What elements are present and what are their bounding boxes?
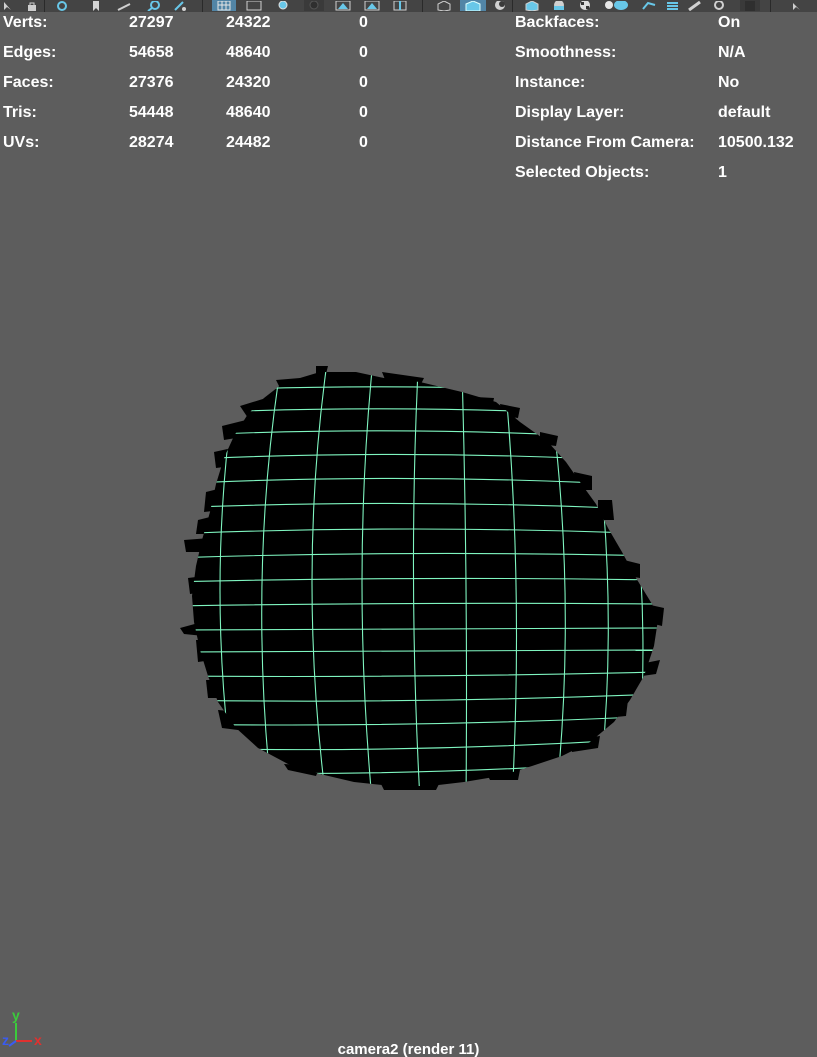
hud-label-backfaces: Backfaces: (515, 14, 600, 31)
hud-value: 24322 (226, 14, 271, 31)
hud-value: 0 (359, 44, 368, 61)
hud-value: 24320 (226, 74, 271, 91)
hud-value: 48640 (226, 104, 271, 121)
hud-label-instance: Instance: (515, 74, 586, 91)
hud-value-smoothness: N/A (718, 44, 746, 61)
hud-value: 54658 (129, 44, 174, 61)
hud-value: 54448 (129, 104, 174, 121)
hud-value-backfaces: On (718, 14, 741, 31)
hud-label-smoothness: Smoothness: (515, 44, 617, 61)
hud-value-display-layer: default (718, 104, 771, 121)
hud-value: 28274 (129, 134, 174, 151)
hud-label-edges: Edges: (3, 44, 57, 61)
hud-value: 0 (359, 14, 368, 31)
hud-label-display-layer: Display Layer: (515, 104, 625, 121)
hud-value: 48640 (226, 44, 271, 61)
hud-label-selected-objects: Selected Objects: (515, 164, 650, 181)
camera-name-label: camera2 (render 11) (337, 1041, 480, 1057)
hud-value: 24482 (226, 134, 271, 151)
mesh-object[interactable] (0, 0, 817, 1057)
hud-value: 0 (359, 134, 368, 151)
hud-value-distance: 10500.132 (718, 134, 794, 151)
axis-y-label: y (12, 1007, 20, 1023)
hud-label-tris: Tris: (3, 104, 37, 121)
hud-label-verts: Verts: (3, 14, 48, 31)
hud-value: 0 (359, 104, 368, 121)
hud-value: 27297 (129, 14, 174, 31)
hud-label-uvs: UVs: (3, 134, 40, 151)
hud-label-faces: Faces: (3, 74, 54, 91)
hud-value-selected-objects: 1 (718, 164, 727, 181)
hud-label-distance: Distance From Camera: (515, 134, 695, 151)
hud-value: 0 (359, 74, 368, 91)
viewport-panel[interactable]: Verts: 27297 24322 0 Edges: 54658 48640 … (0, 0, 817, 1057)
hud-value-instance: No (718, 74, 740, 91)
hud-value: 27376 (129, 74, 174, 91)
